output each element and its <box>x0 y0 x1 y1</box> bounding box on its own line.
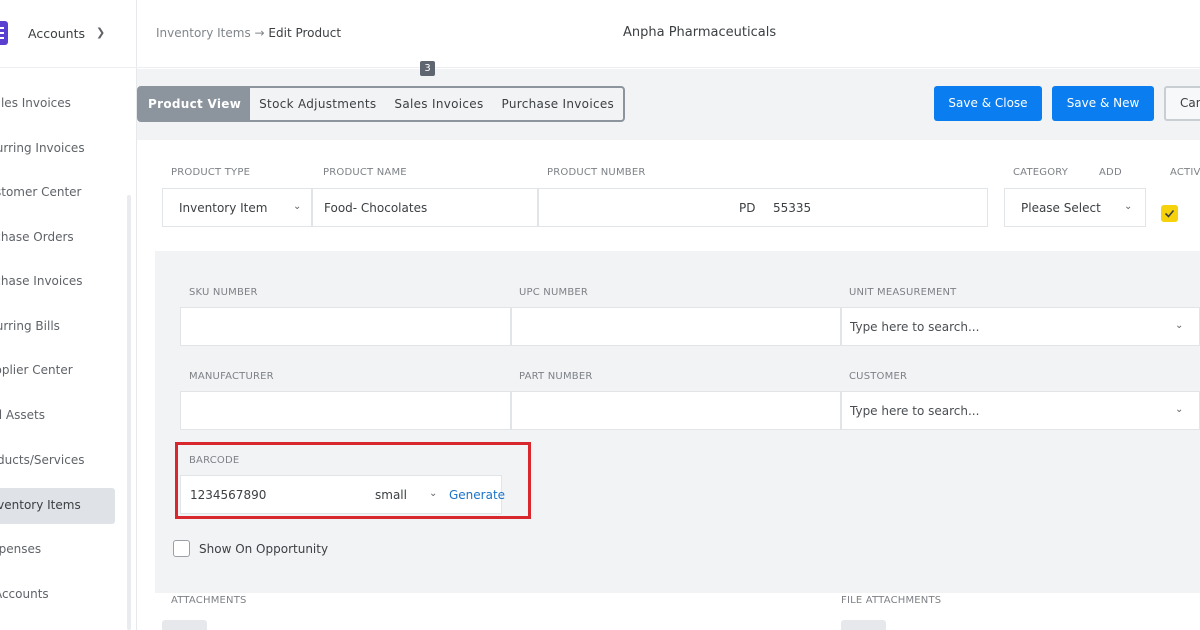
tab-group: Product View Stock Adjustments Sales Inv… <box>137 86 626 122</box>
unit-measurement-placeholder: Type here to search... <box>850 320 980 334</box>
sidebar-item-label: Bank Accounts <box>0 587 49 601</box>
upc-input[interactable] <box>511 307 841 346</box>
tab-stock-adjustments[interactable]: Stock Adjustments <box>250 88 385 120</box>
tab-product-view[interactable]: Product View <box>139 88 251 120</box>
sidebar-item-expenses[interactable]: Expenses <box>0 532 115 568</box>
chevron-down-icon: ⌄ <box>1124 201 1133 212</box>
sidebar-item-products-services[interactable]: Products/Services <box>0 443 115 479</box>
sidebar-item-label: Purchase Orders <box>0 230 74 244</box>
sidebar-item-bank-accounts[interactable]: Bank Accounts <box>0 577 115 613</box>
product-number-prefix: PD <box>739 201 756 215</box>
sidebar-item-sales-invoices[interactable]: Sales Invoices <box>0 86 115 122</box>
sku-label: SKU NUMBER <box>189 287 258 298</box>
sku-input[interactable] <box>180 307 511 346</box>
customer-label: CUSTOMER <box>849 371 908 382</box>
highlight-box <box>175 442 531 519</box>
company-name: Anpha Pharmaceuticals <box>623 25 777 40</box>
product-number-label: PRODUCT NUMBER <box>547 167 646 178</box>
sales-invoices-count-badge: 3 <box>420 61 435 76</box>
sidebar-item-supplier-center[interactable]: Supplier Center <box>0 353 115 389</box>
customer-placeholder: Type here to search... <box>850 404 980 418</box>
sidebar-item-label: Recurring Bills <box>0 319 60 333</box>
save-new-button[interactable]: Save & New <box>1052 86 1154 121</box>
toolbar: Product View Stock Adjustments Sales Inv… <box>137 61 1200 140</box>
cancel-button[interactable]: Cancel <box>1164 86 1200 121</box>
upc-label: UPC NUMBER <box>519 287 589 298</box>
product-section: PRODUCT TYPE PRODUCT NAME PRODUCT NUMBER… <box>137 140 1200 251</box>
part-number-input[interactable] <box>511 391 841 430</box>
product-number-value: 55335 <box>773 201 812 215</box>
manufacturer-label: MANUFACTURER <box>189 371 274 382</box>
sidebar-scrollbar[interactable] <box>127 195 131 630</box>
sidebar-item-label: Supplier Center <box>0 363 73 377</box>
sidebar-item-purchase-invoices[interactable]: Purchase Invoices <box>0 264 115 300</box>
sidebar: Accounts ❯ Sales Invoices Recurring Invo… <box>0 0 137 630</box>
sidebar-item-label: Inventory Items <box>0 498 81 512</box>
app-logo-icon <box>0 21 8 45</box>
product-type-value: Inventory Item <box>179 201 268 215</box>
active-checkbox[interactable] <box>1161 205 1178 222</box>
product-type-select[interactable]: Inventory Item ⌄ <box>162 188 312 227</box>
check-icon <box>1164 209 1175 218</box>
save-close-button[interactable]: Save & Close <box>934 86 1042 121</box>
chevron-down-icon: ⌄ <box>293 201 302 212</box>
add-category-link[interactable]: ADD <box>1099 167 1122 178</box>
breadcrumb: Inventory Items → Edit Product <box>156 26 341 40</box>
sidebar-item-customer-center[interactable]: Customer Center <box>0 175 115 211</box>
tab-sales-invoices[interactable]: Sales Invoices <box>385 88 492 120</box>
chevron-down-icon[interactable]: ❯ <box>96 26 105 39</box>
sidebar-item-label: Fixed Assets <box>0 408 45 422</box>
category-value: Please Select <box>1021 201 1101 215</box>
sidebar-item-fixed-assets[interactable]: Fixed Assets <box>0 398 115 434</box>
unit-measurement-select[interactable]: Type here to search... ⌄ <box>841 307 1200 346</box>
file-attachment-upload-button[interactable] <box>841 620 886 630</box>
product-name-label: PRODUCT NAME <box>323 167 407 178</box>
sidebar-item-label: Expenses <box>0 542 42 556</box>
details-section: SKU NUMBER UPC NUMBER UNIT MEASUREMENT T… <box>155 251 1200 593</box>
show-on-opportunity-checkbox[interactable] <box>173 540 190 557</box>
tab-purchase-invoices[interactable]: Purchase Invoices <box>493 88 624 120</box>
sidebar-title: Accounts <box>28 26 85 41</box>
sidebar-item-inventory-items[interactable]: Inventory Items <box>0 488 115 524</box>
chevron-down-icon: ⌄ <box>1175 320 1184 331</box>
part-number-label: PART NUMBER <box>519 371 593 382</box>
sidebar-brand[interactable]: Accounts ❯ <box>0 0 137 68</box>
top-header: Inventory Items → Edit Product Anpha Pha… <box>137 0 1200 68</box>
manufacturer-input[interactable] <box>180 391 511 430</box>
sidebar-item-label: Purchase Invoices <box>0 274 83 288</box>
product-name-input[interactable]: Food- Chocolates <box>312 188 538 227</box>
category-label: CATEGORY <box>1013 167 1069 178</box>
sidebar-item-recurring-invoices[interactable]: Recurring Invoices <box>0 131 115 167</box>
product-number-input[interactable]: PD 55335 <box>538 188 988 227</box>
active-label: ACTIVE <box>1170 167 1200 178</box>
sidebar-item-label: Recurring Invoices <box>0 141 85 155</box>
show-on-opportunity-label: Show On Opportunity <box>199 542 329 556</box>
category-select[interactable]: Please Select ⌄ <box>1004 188 1146 227</box>
product-name-value: Food- Chocolates <box>324 201 428 215</box>
attachments-label: ATTACHMENTS <box>171 595 247 606</box>
customer-select[interactable]: Type here to search... ⌄ <box>841 391 1200 430</box>
sidebar-item-purchase-orders[interactable]: Purchase Orders <box>0 220 115 256</box>
breadcrumb-current: Edit Product <box>268 26 342 40</box>
breadcrumb-parent-link[interactable]: Inventory Items <box>156 26 251 40</box>
sidebar-item-label: Products/Services <box>0 453 85 467</box>
arrow-right-icon: → <box>254 26 265 40</box>
file-attachments-label: FILE ATTACHMENTS <box>841 595 942 606</box>
sidebar-item-label: Sales Invoices <box>0 96 71 110</box>
sidebar-item-label: Customer Center <box>0 185 82 199</box>
product-type-label: PRODUCT TYPE <box>171 167 251 178</box>
attachments-section: ATTACHMENTS FILE ATTACHMENTS <box>137 593 1200 630</box>
sidebar-item-recurring-bills[interactable]: Recurring Bills <box>0 309 115 345</box>
attachment-upload-button[interactable] <box>162 620 207 630</box>
chevron-down-icon: ⌄ <box>1175 404 1184 415</box>
unit-measurement-label: UNIT MEASUREMENT <box>849 287 957 298</box>
